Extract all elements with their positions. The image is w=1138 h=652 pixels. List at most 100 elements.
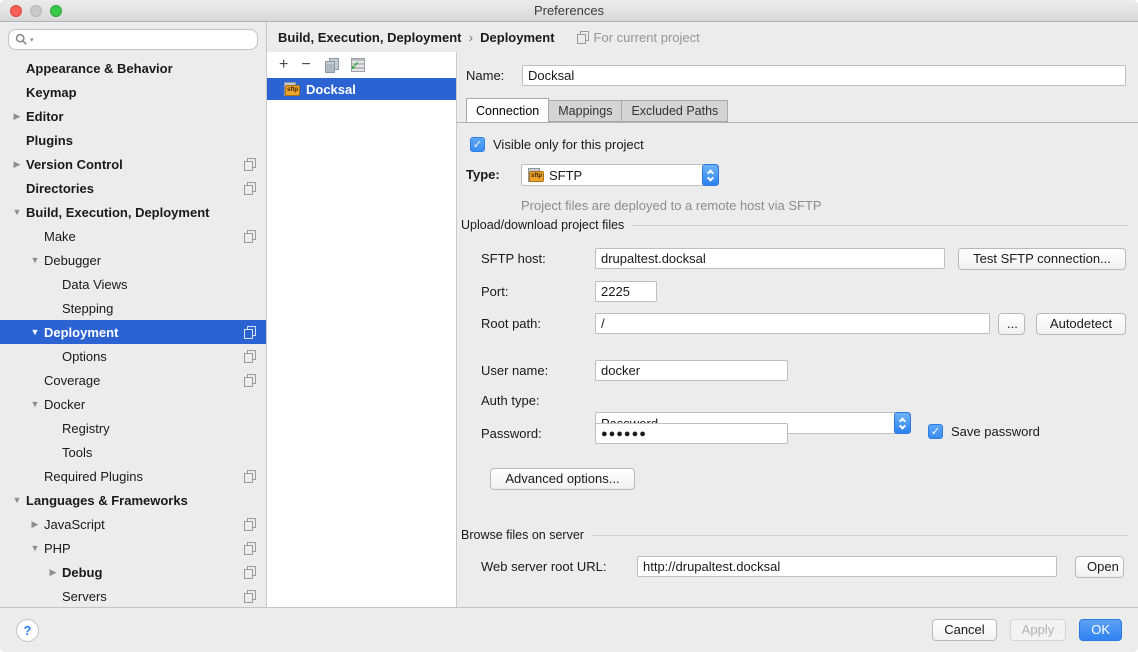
root-path-label: Root path: [481, 313, 541, 335]
tab-mappings[interactable]: Mappings [549, 100, 622, 122]
chevron-down-icon[interactable]: ▼ [26, 327, 44, 337]
per-project-settings-icon [243, 326, 256, 339]
password-label: Password: [481, 423, 542, 445]
add-server-button[interactable]: + [279, 58, 288, 72]
type-dropdown[interactable]: sftp SFTP [521, 164, 719, 186]
sidebar-item-label: Plugins [26, 133, 256, 148]
preferences-window: Preferences ▾ Appearance & Behavior Keym… [0, 0, 1138, 652]
sidebar-item-label: Make [44, 229, 243, 244]
sidebar-item-languages-frameworks[interactable]: ▼Languages & Frameworks [0, 488, 266, 512]
section-rule [631, 225, 1128, 226]
breadcrumb-page: Deployment [480, 30, 554, 45]
apply-button[interactable]: Apply [1010, 619, 1067, 641]
visible-only-row: ✓ Visible only for this project [470, 137, 644, 152]
minimize-window-button[interactable] [30, 5, 42, 17]
advanced-options-button[interactable]: Advanced options... [490, 468, 635, 490]
sidebar-item-label: Servers [62, 589, 243, 604]
copy-server-button[interactable] [324, 58, 338, 72]
save-password-checkbox[interactable]: ✓ [928, 424, 943, 439]
test-sftp-connection-button[interactable]: Test SFTP connection... [958, 248, 1126, 270]
use-as-default-button[interactable] [351, 58, 365, 72]
type-value: SFTP [549, 168, 582, 183]
server-list-item[interactable]: sftp Docksal [267, 78, 456, 100]
browse-root-path-button[interactable]: ... [998, 313, 1025, 335]
sidebar-item-docker[interactable]: ▼Docker [0, 392, 266, 416]
dropdown-stepper-icon[interactable] [702, 164, 719, 186]
sftp-host-label: SFTP host: [481, 248, 546, 270]
sidebar-item-javascript[interactable]: ▶JavaScript [0, 512, 266, 536]
settings-search-box[interactable]: ▾ [8, 29, 258, 50]
sidebar-item-label: Build, Execution, Deployment [26, 205, 256, 220]
sidebar-item-deployment[interactable]: ▼Deployment [0, 320, 266, 344]
zoom-window-button[interactable] [50, 5, 62, 17]
root-path-input[interactable] [595, 313, 990, 334]
per-project-settings-icon [243, 518, 256, 531]
sidebar-item-label: Stepping [62, 301, 256, 316]
cancel-button[interactable]: Cancel [932, 619, 996, 641]
sidebar-item-make[interactable]: Make [0, 224, 266, 248]
sidebar-item-editor[interactable]: ▶Editor [0, 104, 266, 128]
sidebar-item-label: Debug [62, 565, 243, 580]
sidebar-item-servers[interactable]: Servers [0, 584, 266, 608]
remove-server-button[interactable]: − [301, 58, 310, 72]
chevron-right-icon[interactable]: ▶ [44, 567, 62, 578]
sidebar-item-build-execution-deployment[interactable]: ▼Build, Execution, Deployment [0, 200, 266, 224]
breadcrumb-section[interactable]: Build, Execution, Deployment [278, 30, 461, 45]
sidebar-item-required-plugins[interactable]: Required Plugins [0, 464, 266, 488]
sidebar-item-keymap[interactable]: Keymap [0, 80, 266, 104]
sidebar-item-debugger[interactable]: ▼Debugger [0, 248, 266, 272]
sidebar-item-label: Docker [44, 397, 256, 412]
chevron-right-icon[interactable]: ▶ [8, 111, 26, 122]
help-button[interactable]: ? [16, 619, 39, 642]
ok-button[interactable]: OK [1079, 619, 1122, 641]
sidebar-item-label: PHP [44, 541, 243, 556]
chevron-down-icon[interactable]: ▼ [26, 255, 44, 265]
web-root-input[interactable] [637, 556, 1057, 577]
chevron-down-icon[interactable]: ▼ [26, 543, 44, 553]
sftp-host-input[interactable] [595, 248, 945, 269]
per-project-settings-icon [243, 566, 256, 579]
save-password-label: Save password [951, 424, 1040, 439]
sidebar-item-options[interactable]: Options [0, 344, 266, 368]
sidebar-item-label: Deployment [44, 325, 243, 340]
sidebar-item-coverage[interactable]: Coverage [0, 368, 266, 392]
sidebar-item-stepping[interactable]: Stepping [0, 296, 266, 320]
user-name-input[interactable] [595, 360, 788, 381]
sidebar-item-version-control[interactable]: ▶Version Control [0, 152, 266, 176]
close-window-button[interactable] [10, 5, 22, 17]
tab-excluded-paths[interactable]: Excluded Paths [622, 100, 728, 122]
sidebar-item-label: Required Plugins [44, 469, 243, 484]
port-label: Port: [481, 281, 508, 303]
port-input[interactable] [595, 281, 657, 302]
dropdown-stepper-icon[interactable] [894, 412, 911, 434]
chevron-right-icon[interactable]: ▶ [26, 519, 44, 530]
sidebar-item-label: Data Views [62, 277, 256, 292]
save-password-row: ✓ Save password [928, 424, 1040, 439]
open-url-button[interactable]: Open [1075, 556, 1124, 578]
chevron-down-icon[interactable]: ▼ [26, 399, 44, 409]
search-input[interactable] [36, 33, 251, 47]
sidebar-item-plugins[interactable]: Plugins [0, 128, 266, 152]
password-input[interactable] [595, 423, 788, 444]
autodetect-button[interactable]: Autodetect [1036, 313, 1126, 335]
sidebar-item-registry[interactable]: Registry [0, 416, 266, 440]
search-filter-caret-icon[interactable]: ▾ [30, 36, 34, 44]
visible-only-checkbox[interactable]: ✓ [470, 137, 485, 152]
sidebar-item-label: Appearance & Behavior [26, 61, 256, 76]
sidebar-item-tools[interactable]: Tools [0, 440, 266, 464]
search-icon [15, 33, 28, 46]
chevron-down-icon[interactable]: ▼ [8, 207, 26, 217]
scope-label: For current project [594, 30, 700, 45]
sidebar-item-label: Registry [62, 421, 256, 436]
type-hint: Project files are deployed to a remote h… [521, 198, 822, 213]
chevron-down-icon[interactable]: ▼ [8, 495, 26, 505]
upload-section-header: Upload/download project files [461, 218, 1128, 232]
sidebar-item-data-views[interactable]: Data Views [0, 272, 266, 296]
sidebar-item-php[interactable]: ▼PHP [0, 536, 266, 560]
sidebar-item-directories[interactable]: Directories [0, 176, 266, 200]
server-name-input[interactable] [522, 65, 1126, 86]
tab-connection[interactable]: Connection [466, 98, 549, 123]
sidebar-item-appearance-behavior[interactable]: Appearance & Behavior [0, 56, 266, 80]
chevron-right-icon[interactable]: ▶ [8, 159, 26, 170]
sidebar-item-debug[interactable]: ▶Debug [0, 560, 266, 584]
